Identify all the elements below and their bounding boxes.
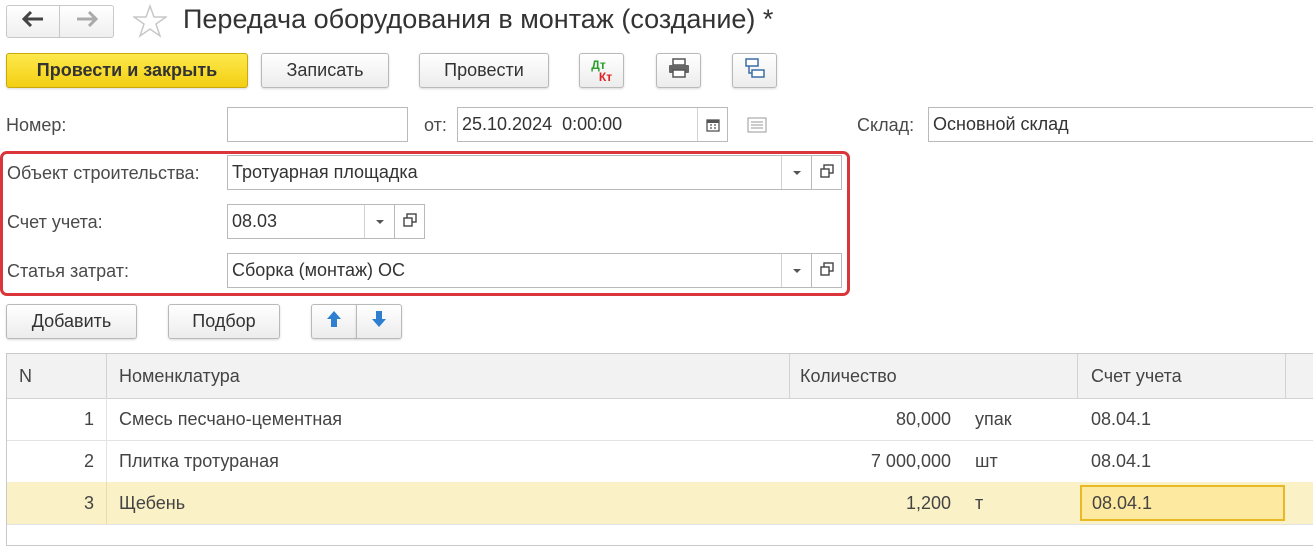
date-field[interactable]: 25.10.2024 0:00:00 [457,107,728,142]
open-window-icon [819,260,834,281]
calendar-icon[interactable] [697,108,727,141]
forward-button[interactable] [60,5,114,38]
row-unit: т [975,492,984,513]
save-button[interactable]: Записать [261,53,389,88]
chevron-down-icon[interactable] [364,205,394,238]
object-open-button[interactable] [812,155,842,190]
table-row[interactable]: 1 Смесь песчано-цементная 80,000 упак 08… [7,398,1313,441]
row-account-active-cell[interactable]: 08.04.1 [1080,485,1285,521]
kt-label: Кт [598,69,613,84]
open-window-icon [402,211,417,232]
table-row[interactable]: 2 Плитка тротураная 7 000,000 шт 08.04.1 [7,440,1313,483]
row-item: Смесь песчано-цементная [119,408,343,429]
row-unit: шт [975,450,998,471]
row-qty: 1,200 [905,492,951,513]
cost-value: Сборка (монтаж) ОС [232,260,406,280]
add-button[interactable]: Добавить [6,304,137,339]
date-label: от: [424,115,447,135]
dt-kt-button[interactable]: Дт Кт [579,53,624,88]
arrow-down-icon [371,310,387,333]
warehouse-field[interactable]: Основной склад [928,107,1313,142]
move-down-button[interactable] [356,304,402,339]
post-and-close-button[interactable]: Провести и закрыть [6,53,248,88]
cost-label: Статья затрат: [7,261,130,281]
row-account: 08.04.1 [1091,408,1152,429]
cost-field[interactable]: Сборка (монтаж) ОС [227,253,812,288]
comment-icon[interactable] [747,117,767,138]
star-icon[interactable] [131,3,169,43]
number-field[interactable] [227,107,408,142]
row-qty: 7 000,000 [870,450,951,471]
account-value: 08.03 [232,211,278,231]
items-table: N Номенклатура Количество Счет учета 1 С… [6,353,1313,546]
column-header-qty[interactable]: Количество [790,354,1078,398]
row-item: Щебень [119,492,186,513]
row-item: Плитка тротураная [119,450,279,471]
arrow-up-icon [326,310,342,333]
arrow-left-icon [21,10,44,32]
post-button[interactable]: Провести [419,53,549,88]
row-unit: упак [975,408,1012,429]
select-button[interactable]: Подбор [168,304,280,339]
row-account: 08.04.1 [1091,450,1152,471]
printer-icon [668,58,690,83]
chevron-down-icon[interactable] [781,156,811,189]
cost-open-button[interactable] [812,253,842,288]
table-row-selected[interactable]: 3 Щебень 1,200 т 08.04.1 [7,482,1313,525]
print-button[interactable] [656,53,701,88]
structure-button[interactable] [732,53,777,88]
row-number: 3 [7,482,107,524]
back-button[interactable] [6,5,60,38]
window-title: Передача оборудования в монтаж (создание… [183,4,774,34]
structure-icon [744,57,766,84]
row-number: 1 [7,398,107,440]
row-number: 2 [7,440,107,482]
open-window-icon [819,162,834,183]
object-value: Тротуарная площадка [232,162,418,182]
column-header-item[interactable]: Номенклатура [107,354,790,398]
number-label: Номер: [6,115,67,135]
warehouse-label: Склад: [857,115,915,135]
arrow-right-icon [76,10,98,32]
account-open-button[interactable] [395,204,425,239]
dt-label: Дт [591,57,606,72]
object-label: Объект строительства: [7,163,200,183]
row-qty: 80,000 [895,408,951,429]
column-header-n[interactable]: N [7,354,107,398]
account-label: Счет учета: [7,212,103,232]
account-field[interactable]: 08.03 [227,204,395,239]
table-header: N Номенклатура Количество Счет учета [7,354,1313,399]
column-header-account[interactable]: Счет учета [1078,354,1286,398]
object-field[interactable]: Тротуарная площадка [227,155,812,190]
date-value: 25.10.2024 0:00:00 [462,114,623,134]
chevron-down-icon[interactable] [781,254,811,287]
move-up-button[interactable] [311,304,357,339]
